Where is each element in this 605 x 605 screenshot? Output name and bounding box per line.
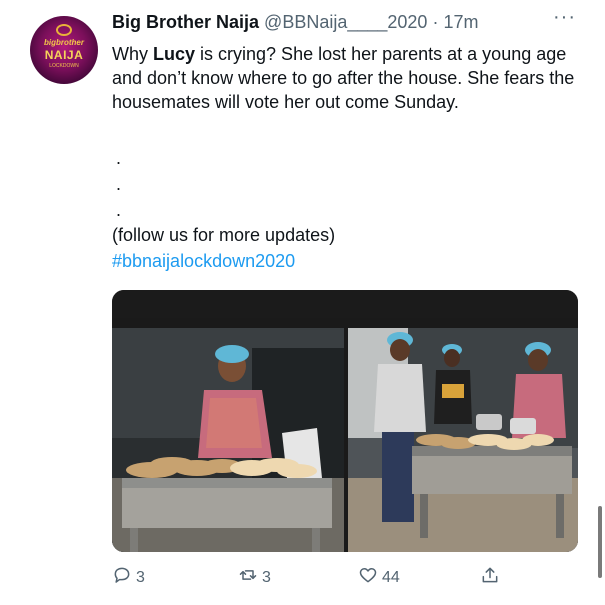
tweet-actions: 3 3 44 <box>112 565 592 589</box>
tweet-header: Big Brother Naija @BBNaija____2020 · 17m <box>112 12 478 33</box>
photo-housemates-grilling[interactable] <box>348 328 578 552</box>
retweet-button[interactable]: 3 <box>238 565 271 590</box>
time-separator: · <box>432 12 439 32</box>
avatar-logo-line1: bigbrother <box>44 38 84 47</box>
tweet-media[interactable] <box>112 290 578 552</box>
tweet-text: Why Lucy is crying? She lost her parents… <box>112 42 592 114</box>
author-handle[interactable]: @BBNaija____2020 <box>264 12 427 32</box>
eye-logo-icon <box>56 24 72 36</box>
reply-button[interactable]: 3 <box>112 565 145 590</box>
retweet-icon <box>238 565 258 590</box>
tweet-text-start: Why <box>112 44 154 64</box>
reply-icon <box>112 565 132 590</box>
avatar-logo-line3: LOCKDOWN <box>49 63 79 69</box>
avatar-logo-line2: NAIJA <box>44 48 84 62</box>
follow-line: (follow us for more updates) <box>112 225 336 245</box>
author-name[interactable]: Big Brother Naija <box>112 12 259 32</box>
like-button[interactable]: 44 <box>358 565 400 590</box>
tweet-text-bold-name: Lucy <box>153 44 196 64</box>
ellipsis-dot: . <box>116 174 122 194</box>
hashtag-link[interactable]: #bbnaijalockdown2020 <box>112 251 295 272</box>
scrollbar[interactable] <box>598 506 602 578</box>
media-top-bar <box>112 290 578 318</box>
profile-avatar[interactable]: bigbrother NAIJA LOCKDOWN <box>30 16 98 84</box>
share-icon <box>480 565 500 590</box>
ellipsis-dot: . <box>116 148 122 168</box>
ellipsis-dot: . <box>116 200 122 220</box>
like-count: 44 <box>382 568 400 586</box>
heart-icon <box>358 565 378 590</box>
retweet-count: 3 <box>262 568 271 586</box>
reply-count: 3 <box>136 568 145 586</box>
share-button[interactable] <box>480 565 500 590</box>
more-options-icon[interactable]: ··· <box>553 6 576 29</box>
photo-woman-roasting-plantain[interactable] <box>112 328 344 552</box>
tweet-time[interactable]: 17m <box>443 12 478 32</box>
